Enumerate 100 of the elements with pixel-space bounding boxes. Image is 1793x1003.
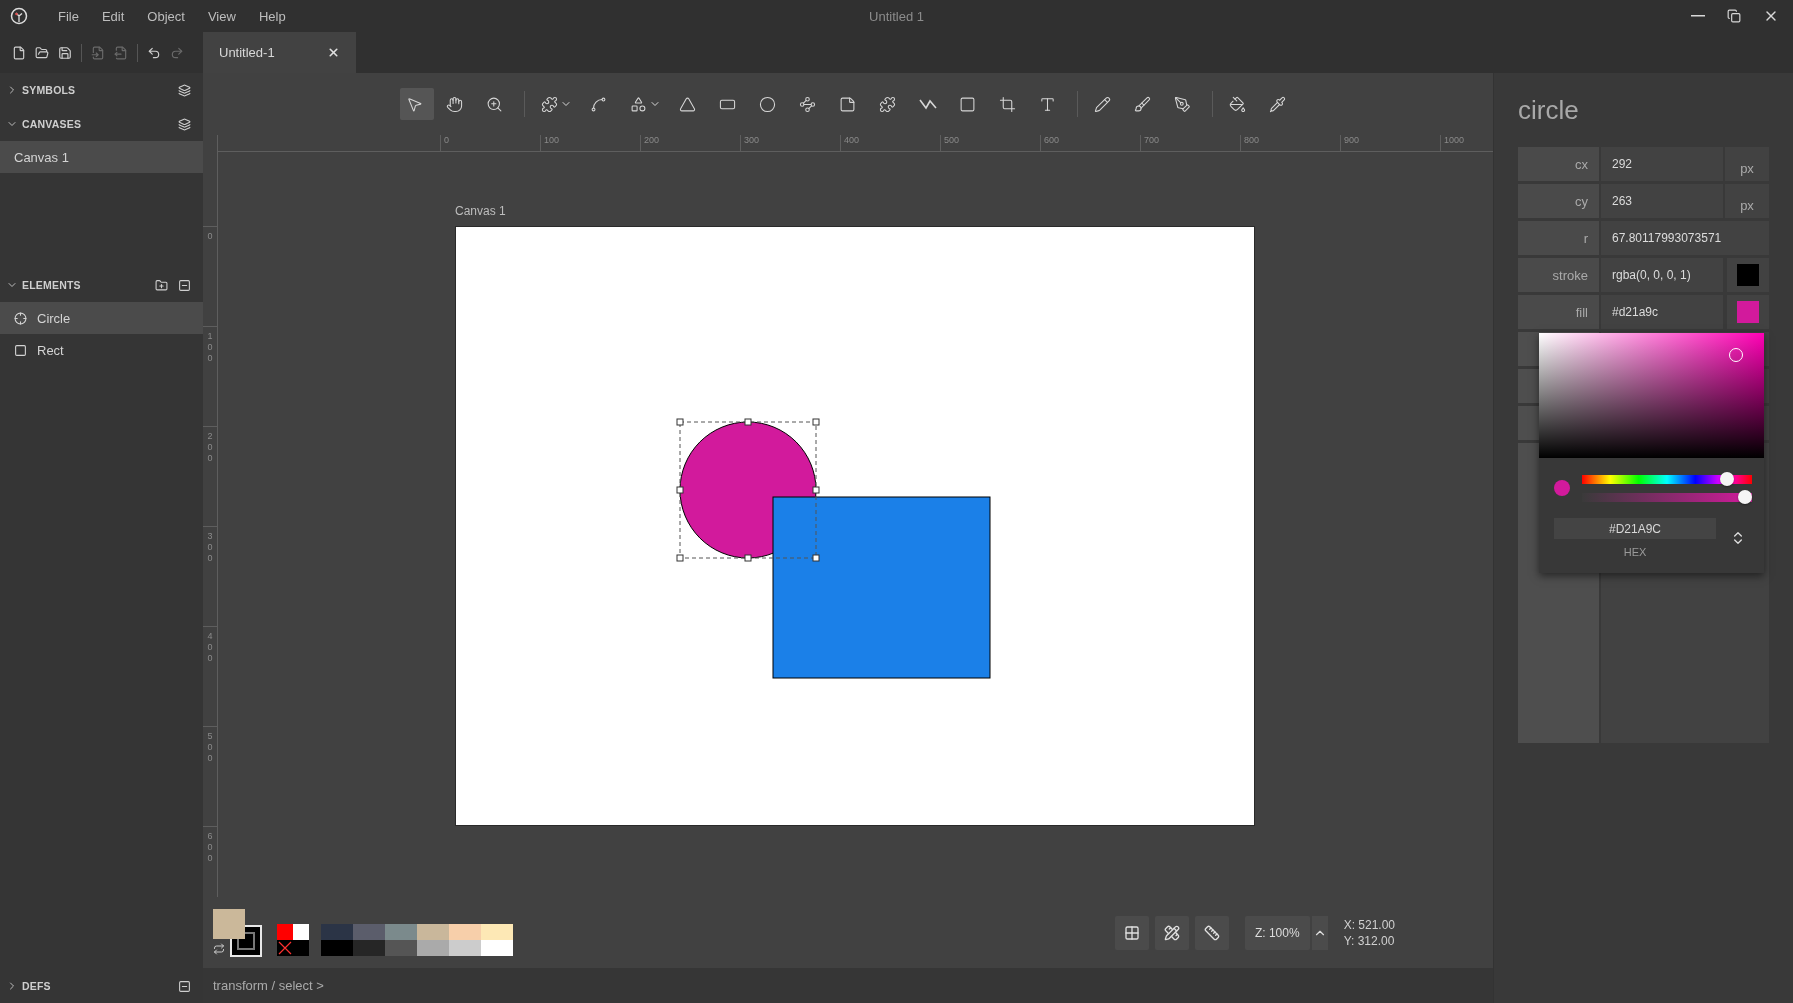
- layers-button[interactable]: [178, 117, 191, 131]
- save-button[interactable]: [58, 45, 72, 60]
- export-icon: [114, 45, 128, 60]
- collapse-icon: [178, 278, 191, 292]
- grid-button[interactable]: [1114, 915, 1149, 950]
- inspector-title: circle: [1518, 93, 1579, 127]
- canvas-label: Canvas 1: [455, 204, 506, 220]
- pen-icon: [1173, 95, 1191, 113]
- ruler-label: 900: [1340, 135, 1440, 151]
- tab-close-button[interactable]: [327, 46, 340, 59]
- folder-button[interactable]: [35, 45, 49, 60]
- section-title: SYMBOLS: [22, 84, 77, 96]
- section-header[interactable]: CANVASES: [0, 107, 203, 141]
- curve-icon: [589, 95, 607, 113]
- layers-icon: [178, 83, 191, 97]
- square-icon: [958, 95, 976, 113]
- property-field[interactable]: 292: [1601, 147, 1723, 181]
- pencil-icon: [1093, 95, 1111, 113]
- collapse-button[interactable]: [178, 278, 191, 292]
- opacity-slider[interactable]: [1582, 490, 1752, 504]
- maximize-button[interactable]: [1727, 9, 1741, 23]
- color-chip[interactable]: [1737, 264, 1759, 286]
- text-icon: [1038, 95, 1056, 113]
- layers-button[interactable]: [178, 83, 191, 97]
- menu-item[interactable]: File: [58, 8, 79, 24]
- minimize-button[interactable]: [1691, 15, 1705, 17]
- zoom-in-icon: [485, 95, 503, 113]
- hue-thumb[interactable]: [1719, 472, 1734, 486]
- section-header[interactable]: ELEMENTS: [0, 268, 203, 302]
- ruler-label: 200: [640, 135, 740, 151]
- fill-stroke-swatch-drawing[interactable]: [213, 908, 263, 957]
- color-swatch[interactable]: [277, 923, 293, 940]
- ruler-label: 500: [940, 135, 1040, 151]
- color-swatch[interactable]: [417, 923, 449, 940]
- menu-item[interactable]: Object: [147, 8, 185, 24]
- puzzle-icon: [540, 95, 558, 113]
- x-coordinate: X: 521.00: [1343, 916, 1395, 933]
- color-swatch[interactable]: [449, 923, 481, 940]
- hex-input[interactable]: #D21A9C: [1554, 518, 1716, 539]
- color-swatch[interactable]: [293, 923, 309, 940]
- save-icon: [58, 45, 72, 60]
- circle-icon: [758, 95, 776, 113]
- property-field[interactable]: #d21a9c: [1601, 295, 1723, 329]
- shapes-icon: [629, 95, 647, 113]
- menu-item[interactable]: View: [207, 8, 236, 24]
- window-title: Untitled 1: [869, 8, 924, 24]
- menu-item[interactable]: Help: [258, 8, 286, 24]
- y-coordinate: Y: 312.00: [1343, 932, 1395, 949]
- section-header[interactable]: DEFS: [0, 969, 203, 1003]
- hand-icon: [445, 95, 463, 113]
- ruler-label: 500: [207, 731, 213, 764]
- guides-button[interactable]: [1154, 915, 1189, 950]
- ruler-label: 0: [440, 135, 540, 151]
- document-tab[interactable]: Untitled-1: [203, 32, 356, 73]
- ruler-label: 700: [1140, 135, 1240, 151]
- redo-icon: [170, 45, 184, 60]
- zoom-up-button[interactable]: [1311, 915, 1328, 950]
- folder-add-button[interactable]: [155, 278, 168, 292]
- collapse-icon: [178, 979, 191, 993]
- restore-icon: [1727, 9, 1741, 23]
- close-icon: [327, 46, 340, 59]
- file-button[interactable]: [12, 45, 26, 60]
- ruler-label: 600: [207, 831, 213, 864]
- property-field[interactable]: rgba(0, 0, 0, 1): [1601, 258, 1723, 292]
- color-swatch[interactable]: [385, 923, 417, 940]
- property-label: stroke: [1518, 258, 1599, 292]
- ruler-label: 100: [540, 135, 640, 151]
- ruler-label: 800: [1240, 135, 1340, 151]
- element-item[interactable]: Rect: [0, 334, 203, 366]
- color-swatch[interactable]: [481, 923, 513, 940]
- file-icon: [12, 45, 26, 60]
- color-swatch[interactable]: [321, 923, 353, 940]
- swap-icon[interactable]: [213, 942, 225, 955]
- property-label: fill: [1518, 295, 1599, 329]
- pipette-icon: [1268, 95, 1286, 113]
- ruler-label: 300: [207, 531, 213, 564]
- zoom-field[interactable]: Z: 100%: [1244, 915, 1310, 950]
- ruler-icon: [1203, 924, 1220, 941]
- color-swatch[interactable]: [353, 923, 385, 940]
- minimize-icon: [1691, 15, 1705, 17]
- crop-icon: [998, 95, 1016, 113]
- rulers-button[interactable]: [1194, 915, 1229, 950]
- element-item[interactable]: Circle: [0, 302, 203, 334]
- ruler-label: 0: [207, 231, 213, 242]
- canvas-item[interactable]: Canvas 1: [0, 141, 203, 173]
- hue-slider[interactable]: [1582, 472, 1752, 486]
- property-field[interactable]: 263: [1601, 184, 1723, 218]
- section-header[interactable]: SYMBOLS: [0, 73, 203, 107]
- section-title: CANVASES: [22, 118, 83, 130]
- waypoints-icon: [798, 95, 816, 113]
- tool-button[interactable]: [399, 88, 434, 120]
- menu-item[interactable]: Edit: [101, 8, 125, 24]
- opacity-thumb[interactable]: [1738, 490, 1752, 504]
- collapse-button[interactable]: [178, 979, 191, 993]
- pointer-icon: [405, 95, 423, 113]
- undo-button[interactable]: [147, 45, 161, 60]
- status-path: transform / select >: [213, 978, 324, 993]
- property-field[interactable]: 67.80117993073571: [1601, 221, 1769, 255]
- color-chip[interactable]: [1737, 301, 1759, 323]
- saturation-area[interactable]: [1539, 333, 1764, 458]
